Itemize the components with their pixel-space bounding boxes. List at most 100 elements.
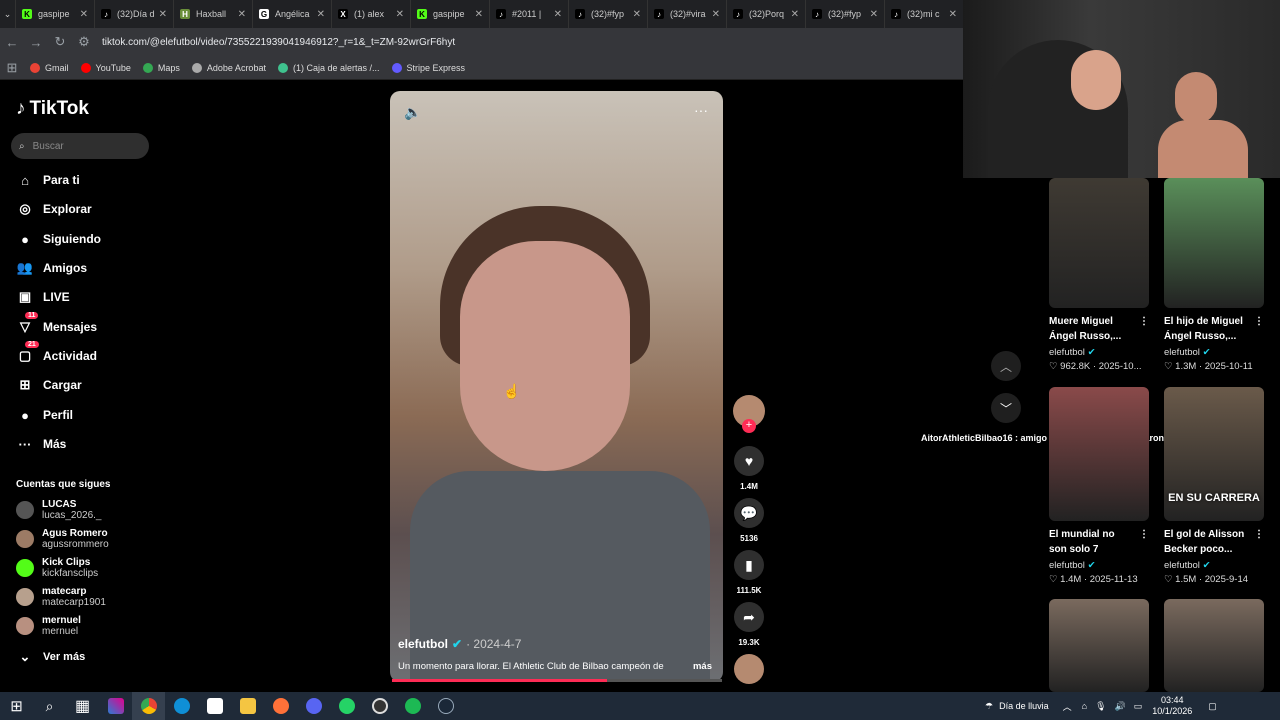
sidebar-item-siguiendo[interactable]: ● Siguiendo bbox=[16, 227, 176, 251]
following-account[interactable]: matecarp matecarp1901 bbox=[16, 583, 176, 611]
steam-icon[interactable] bbox=[429, 692, 462, 720]
tab[interactable]: ♪ (32)#fyp ✕ bbox=[569, 0, 648, 28]
discord-icon[interactable] bbox=[297, 692, 330, 720]
tab-list-button[interactable]: ⌄ bbox=[0, 0, 16, 28]
volume-icon[interactable]: 🔈 bbox=[404, 104, 421, 121]
back-icon[interactable]: ← bbox=[0, 35, 24, 50]
video-card[interactable]: El hijo de Miguel Ángel Russo,... ⋮ elefu… bbox=[1164, 178, 1264, 372]
sidebar-item-cargar[interactable]: ⊞ Cargar bbox=[16, 373, 176, 397]
video-thumbnail[interactable] bbox=[1164, 599, 1264, 692]
bookmark-item[interactable]: Stripe Express bbox=[391, 62, 465, 73]
reload-icon[interactable]: ↻ bbox=[48, 34, 72, 50]
card-author[interactable]: elefutbol bbox=[1049, 560, 1085, 571]
close-icon[interactable]: ✕ bbox=[712, 9, 720, 20]
tab[interactable]: X (1) alex ✕ bbox=[332, 0, 411, 28]
sidebar-item-explorar[interactable]: ◎ Explorar bbox=[16, 197, 176, 221]
bookmark-item[interactable]: Adobe Acrobat bbox=[191, 62, 266, 73]
tab[interactable]: H Haxball ✕ bbox=[174, 0, 253, 28]
card-author[interactable]: elefutbol bbox=[1164, 560, 1200, 571]
site-info-icon[interactable]: ⚙ bbox=[72, 34, 96, 50]
close-icon[interactable]: ✕ bbox=[554, 9, 562, 20]
video-author[interactable]: elefutbol bbox=[398, 637, 448, 651]
chrome-icon[interactable] bbox=[132, 692, 165, 720]
tray-chevron-icon[interactable]: ︿ bbox=[1063, 700, 1072, 713]
battery-icon[interactable]: ▭ bbox=[1134, 701, 1143, 712]
close-icon[interactable]: ✕ bbox=[238, 9, 246, 20]
video-card[interactable] bbox=[1049, 599, 1149, 692]
search-icon[interactable]: ⌕ bbox=[33, 692, 66, 720]
bookmark-item[interactable]: YouTube bbox=[80, 62, 131, 73]
more-options-icon[interactable]: ⋮ bbox=[1254, 527, 1264, 557]
apps-grid-icon[interactable]: ⊞ bbox=[0, 60, 24, 76]
task-view-icon[interactable]: ▦ bbox=[66, 692, 99, 720]
tab[interactable]: ♪ #2011 | ✕ bbox=[490, 0, 569, 28]
close-icon[interactable]: ✕ bbox=[633, 9, 641, 20]
url-field[interactable]: tiktok.com/@elefutbol/video/735522193904… bbox=[102, 37, 455, 48]
obs-icon[interactable] bbox=[363, 692, 396, 720]
tab[interactable]: G Angélica ✕ bbox=[253, 0, 332, 28]
whatsapp-icon[interactable] bbox=[330, 692, 363, 720]
tab[interactable]: ♪ (32)#fyp ✕ bbox=[806, 0, 885, 28]
close-icon[interactable]: ✕ bbox=[80, 9, 88, 20]
weather-label[interactable]: Día de lluvia bbox=[999, 701, 1049, 711]
spotify-icon[interactable] bbox=[396, 692, 429, 720]
following-account[interactable]: Kick Clips kickfansclips bbox=[16, 554, 176, 582]
bookmark-item[interactable]: Gmail bbox=[30, 62, 69, 73]
sidebar-item-perfil[interactable]: ● Perfil bbox=[16, 403, 176, 427]
close-icon[interactable]: ✕ bbox=[791, 9, 799, 20]
sidebar-item-para-ti[interactable]: ⌂ Para ti bbox=[16, 168, 176, 192]
tab[interactable]: ♪ (32)#vira ✕ bbox=[648, 0, 727, 28]
copilot-icon[interactable] bbox=[99, 692, 132, 720]
share-button[interactable]: ➦ 19.3K bbox=[733, 602, 765, 647]
video-card[interactable] bbox=[1164, 599, 1264, 692]
more-options-icon[interactable]: ⋮ bbox=[1254, 314, 1264, 344]
tiktok-logo[interactable]: ♪ TikTok bbox=[16, 98, 89, 120]
card-author[interactable]: elefutbol bbox=[1049, 347, 1085, 358]
save-button[interactable]: ▮ 111.5K bbox=[733, 550, 765, 595]
video-card[interactable]: El mundial no son solo 7 partidos y...⋮ … bbox=[1049, 387, 1149, 585]
more-options-icon[interactable]: ⋮ bbox=[1139, 527, 1149, 557]
card-author[interactable]: elefutbol bbox=[1164, 347, 1200, 358]
tab[interactable]: ♪ (32)Día d ✕ bbox=[95, 0, 174, 28]
tab[interactable]: ♪ (32)mi c ✕ bbox=[885, 0, 964, 28]
close-icon[interactable]: ✕ bbox=[159, 9, 167, 20]
folder-icon[interactable] bbox=[231, 692, 264, 720]
following-account[interactable]: LUCAS lucas_2026._ bbox=[16, 496, 176, 524]
sidebar-item-actividad[interactable]: ▢ 21 Actividad bbox=[16, 341, 176, 368]
video-thumbnail[interactable] bbox=[1049, 178, 1149, 308]
previous-video-button[interactable]: ︿ bbox=[991, 351, 1021, 381]
windows-start-icon[interactable]: ⊞ bbox=[0, 692, 33, 720]
close-icon[interactable]: ✕ bbox=[317, 9, 325, 20]
edge-icon[interactable] bbox=[165, 692, 198, 720]
clock[interactable]: 03:44 10/1/2026 bbox=[1152, 695, 1192, 717]
close-icon[interactable]: ✕ bbox=[475, 9, 483, 20]
volume-tray-icon[interactable]: 🔊 bbox=[1115, 701, 1126, 712]
video-thumbnail[interactable]: EN SU CARRERA bbox=[1164, 387, 1264, 521]
comment-button[interactable]: 💬 5136 bbox=[733, 498, 765, 543]
more-options-icon[interactable]: ··· bbox=[694, 102, 708, 118]
mic-icon[interactable]: 🎙 bbox=[1095, 701, 1106, 712]
like-button[interactable]: ♥ 1.4M bbox=[733, 446, 765, 491]
video-progress-bar[interactable] bbox=[392, 679, 722, 682]
bookmark-item[interactable]: Maps bbox=[142, 62, 180, 73]
video-thumbnail[interactable] bbox=[1049, 387, 1149, 521]
video-thumbnail[interactable] bbox=[1049, 599, 1149, 692]
search-input[interactable]: ⌕ Buscar bbox=[11, 133, 149, 159]
sidebar-item-más[interactable]: ··· Más bbox=[16, 432, 176, 456]
next-video-button[interactable]: ﹀ bbox=[991, 393, 1021, 423]
close-icon[interactable]: ✕ bbox=[870, 9, 878, 20]
more-options-icon[interactable]: ⋮ bbox=[1139, 314, 1149, 344]
video-player[interactable] bbox=[390, 91, 723, 682]
music-disc[interactable] bbox=[733, 654, 765, 684]
bookmark-item[interactable]: (1) Caja de alertas /... bbox=[277, 62, 380, 73]
network-icon[interactable]: ⌂ bbox=[1082, 701, 1087, 711]
sidebar-item-amigos[interactable]: 👥 Amigos bbox=[16, 256, 176, 280]
weather-icon[interactable]: ☂ bbox=[985, 701, 993, 712]
sidebar-item-live[interactable]: ▣ LIVE bbox=[16, 285, 176, 309]
close-icon[interactable]: ✕ bbox=[949, 9, 957, 20]
see-more-button[interactable]: ⌄ Ver más bbox=[16, 645, 176, 669]
following-account[interactable]: Agus Romero agussrommero bbox=[16, 525, 176, 553]
sidebar-item-mensajes[interactable]: ▽ 11 Mensajes bbox=[16, 312, 176, 339]
author-avatar[interactable]: + bbox=[733, 395, 765, 433]
close-icon[interactable]: ✕ bbox=[396, 9, 404, 20]
